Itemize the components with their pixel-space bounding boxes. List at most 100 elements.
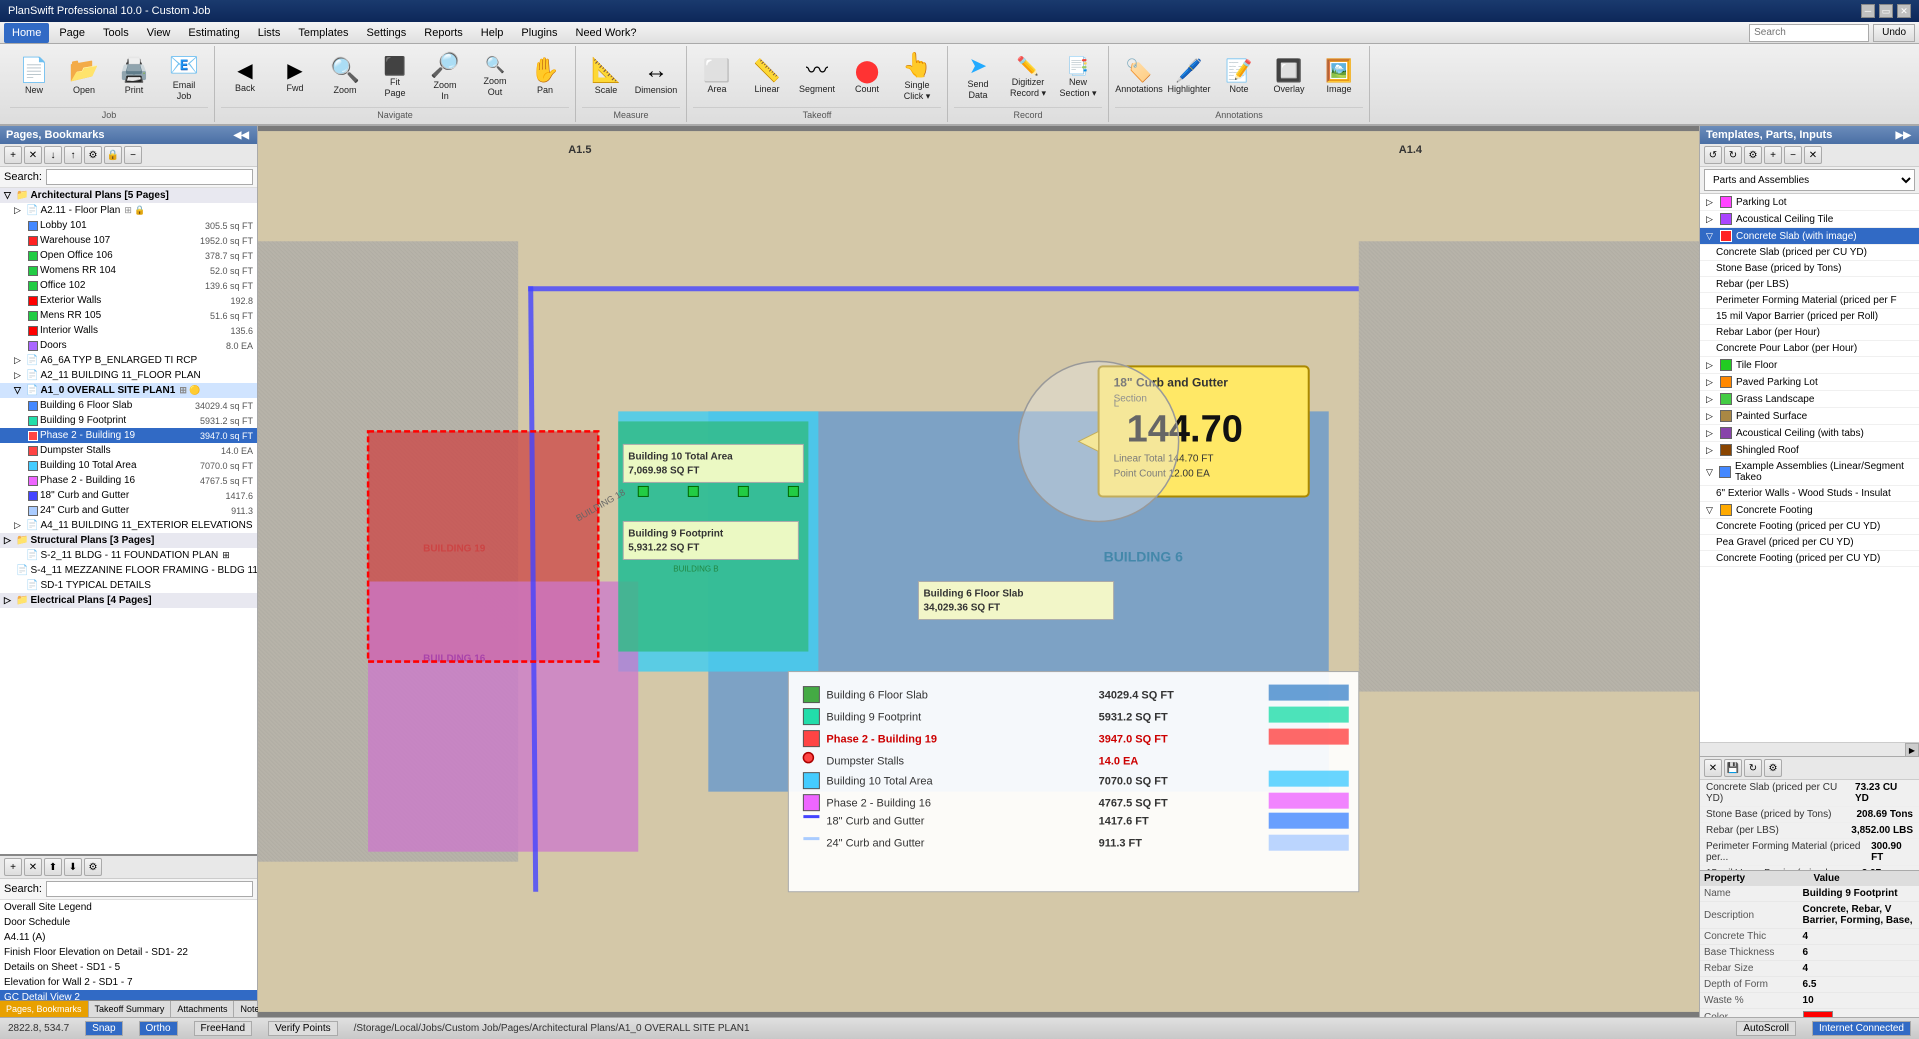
parts-concrete-slab[interactable]: ▽ Concrete Slab (with image)	[1700, 228, 1919, 245]
pages-add-btn[interactable]: +	[4, 146, 22, 164]
parts-conc-footing-cuyd[interactable]: Concrete Footing (priced per CU YD)	[1700, 519, 1919, 535]
arch-plans-group[interactable]: ▽ 📁 Architectural Plans [5 Pages]	[0, 188, 257, 203]
bookmarks-list[interactable]: Overall Site Legend Door Schedule A4.11 …	[0, 900, 257, 1000]
parts-dropdown[interactable]: Parts and Assemblies Templates Inputs	[1704, 169, 1915, 191]
tree-bldg9-foot[interactable]: Building 9 Footprint 5931.2 sq FT	[0, 413, 257, 428]
pages-search-input[interactable]	[46, 169, 253, 185]
linear-button[interactable]: 📏 Linear	[743, 50, 791, 106]
tree-phase2-bldg19[interactable]: Phase 2 - Building 19 3947.0 sq FT	[0, 428, 257, 443]
tree-phase2-bldg16[interactable]: Phase 2 - Building 16 4767.5 sq FT	[0, 473, 257, 488]
pages-minus-btn[interactable]: −	[124, 146, 142, 164]
email-button[interactable]: 📧 EmailJob	[160, 50, 208, 106]
ortho-btn[interactable]: Ortho	[139, 1021, 178, 1036]
tab-takeoff-summary[interactable]: Takeoff Summary	[89, 1001, 172, 1017]
parts-vapor-barrier[interactable]: 15 mil Vapor Barrier (priced per Roll)	[1700, 309, 1919, 325]
rp-undo-btn[interactable]: ↺	[1704, 146, 1722, 164]
restore-button[interactable]: ▭	[1879, 4, 1893, 18]
menu-view[interactable]: View	[139, 23, 179, 43]
new-section-button[interactable]: 📑 NewSection ▾	[1054, 50, 1102, 106]
struct-plans-group[interactable]: ▷ 📁 Structural Plans [3 Pages]	[0, 533, 257, 548]
search-input[interactable]	[1749, 24, 1869, 42]
menu-help[interactable]: Help	[473, 23, 512, 43]
tree-dumpster[interactable]: Dumpster Stalls 14.0 EA	[0, 443, 257, 458]
segment-button[interactable]: 〰 Segment	[793, 50, 841, 106]
pages-up-btn[interactable]: ↑	[64, 146, 82, 164]
tree-a211bldg[interactable]: ▷ 📄 A2_11 BUILDING 11_FLOOR PLAN	[0, 368, 257, 383]
verify-pts-btn[interactable]: Verify Points	[268, 1021, 338, 1036]
pages-delete-btn[interactable]: ✕	[24, 146, 42, 164]
scale-button[interactable]: 📐 Scale	[582, 50, 630, 106]
tree-a66a[interactable]: ▷ 📄 A6_6A TYP B_ENLARGED TI RCP	[0, 353, 257, 368]
elec-plans-group[interactable]: ▷ 📁 Electrical Plans [4 Pages]	[0, 593, 257, 608]
bm-delete-btn[interactable]: ✕	[24, 858, 42, 876]
open-button[interactable]: 📂 Open	[60, 50, 108, 106]
tree-womens-rr[interactable]: Womens RR 104 52.0 sq FT	[0, 263, 257, 278]
summary-values-list[interactable]: Concrete Slab (priced per CU YD) 73.23 C…	[1700, 780, 1919, 870]
parts-paved-parking[interactable]: ▷ Paved Parking Lot	[1700, 374, 1919, 391]
tab-pages-bookmarks[interactable]: Pages, Bookmarks	[0, 1001, 89, 1017]
rp-redo-btn[interactable]: ↻	[1724, 146, 1742, 164]
parts-list[interactable]: ▷ Parking Lot ▷ Acoustical Ceiling Tile …	[1700, 194, 1919, 742]
menu-home[interactable]: Home	[4, 23, 49, 43]
tree-bldg10-total[interactable]: Building 10 Total Area 7070.0 sq FT	[0, 458, 257, 473]
area-button[interactable]: ⬜ Area	[693, 50, 741, 106]
bm-details[interactable]: Details on Sheet - SD1 - 5	[0, 960, 257, 975]
fit-page-button[interactable]: ⬛ FitPage	[371, 50, 419, 106]
parts-concrete-pour[interactable]: Concrete Pour Labor (per Hour)	[1700, 341, 1919, 357]
pages-tree[interactable]: ▽ 📁 Architectural Plans [5 Pages] ▷ 📄 A2…	[0, 188, 257, 854]
parts-acoustical-ceiling[interactable]: ▷ Acoustical Ceiling Tile	[1700, 211, 1919, 228]
annotations-button[interactable]: 🏷️ Annotations	[1115, 50, 1163, 106]
bm-elevation[interactable]: Elevation for Wall 2 - SD1 - 7	[0, 975, 257, 990]
send-data-button[interactable]: ➤ SendData	[954, 50, 1002, 106]
parts-conc-footing2[interactable]: Concrete Footing (priced per CU YD)	[1700, 551, 1919, 567]
print-button[interactable]: 🖨️ Print	[110, 50, 158, 106]
image-button[interactable]: 🖼️ Image	[1315, 50, 1363, 106]
bm-finish-floor[interactable]: Finish Floor Elevation on Detail - SD1- …	[0, 945, 257, 960]
rp-settings-btn[interactable]: ⚙	[1744, 146, 1762, 164]
menu-need-work[interactable]: Need Work?	[568, 23, 645, 43]
tree-mens-rr[interactable]: Mens RR 105 51.6 sq FT	[0, 308, 257, 323]
tree-s211[interactable]: 📄 S-2_11 BLDG - 11 FOUNDATION PLAN ⊞	[0, 548, 257, 563]
tree-sd1[interactable]: 📄 SD-1 TYPICAL DETAILS	[0, 578, 257, 593]
summary-settings-btn[interactable]: ⚙	[1764, 759, 1782, 777]
note-button[interactable]: 📝 Note	[1215, 50, 1263, 106]
parts-example-assemblies[interactable]: ▽ Example Assemblies (Linear/Segment Tak…	[1700, 459, 1919, 486]
tree-a211[interactable]: ▷ 📄 A2.11 - Floor Plan ⊞ 🔒	[0, 203, 257, 218]
parts-6ext-walls[interactable]: 6" Exterior Walls - Wood Studs - Insulat	[1700, 486, 1919, 502]
menu-tools[interactable]: Tools	[95, 23, 137, 43]
bm-gc-detail[interactable]: GC Detail View 2	[0, 990, 257, 1000]
rp-add-btn[interactable]: +	[1764, 146, 1782, 164]
tree-curb18[interactable]: 18" Curb and Gutter 1417.6	[0, 488, 257, 503]
tree-warehouse[interactable]: Warehouse 107 1952.0 sq FT	[0, 233, 257, 248]
menu-templates[interactable]: Templates	[290, 23, 356, 43]
tree-office[interactable]: Office 102 139.6 sq FT	[0, 278, 257, 293]
parts-rebar-labor[interactable]: Rebar Labor (per Hour)	[1700, 325, 1919, 341]
parts-acoustical-tabs[interactable]: ▷ Acoustical Ceiling (with tabs)	[1700, 425, 1919, 442]
bm-door-schedule[interactable]: Door Schedule	[0, 915, 257, 930]
right-scroll-right-btn[interactable]: ▶	[1905, 743, 1919, 757]
pages-down-btn[interactable]: ↓	[44, 146, 62, 164]
parts-conc-slab-cu[interactable]: Concrete Slab (priced per CU YD)	[1700, 245, 1919, 261]
menu-page[interactable]: Page	[51, 23, 93, 43]
parts-pea-gravel[interactable]: Pea Gravel (priced per CU YD)	[1700, 535, 1919, 551]
digitizer-button[interactable]: ✏️ DigitizerRecord ▾	[1004, 50, 1052, 106]
tree-bldg6-floor[interactable]: Building 6 Floor Slab 34029.4 sq FT	[0, 398, 257, 413]
tree-interior-walls[interactable]: Interior Walls 135.6	[0, 323, 257, 338]
canvas-area[interactable]: BUILDING 18 BUILDING 19 BUILDING 6 BUILD…	[258, 126, 1699, 1017]
dimension-button[interactable]: ↔ Dimension	[632, 50, 680, 106]
menu-estimating[interactable]: Estimating	[180, 23, 247, 43]
summary-refresh-btn[interactable]: ↻	[1744, 759, 1762, 777]
tree-lobby[interactable]: Lobby 101 305.5 sq FT	[0, 218, 257, 233]
undo-button[interactable]: Undo	[1873, 24, 1915, 42]
menu-settings[interactable]: Settings	[359, 23, 415, 43]
new-button[interactable]: 📄 New	[10, 50, 58, 106]
bm-a411a[interactable]: A4.11 (A)	[0, 930, 257, 945]
bm-down-btn[interactable]: ⬇	[64, 858, 82, 876]
minimize-button[interactable]: ─	[1861, 4, 1875, 18]
tree-doors[interactable]: Doors 8.0 EA	[0, 338, 257, 353]
single-click-button[interactable]: 👆 SingleClick ▾	[893, 50, 941, 106]
tree-curb24[interactable]: 24" Curb and Gutter 911.3	[0, 503, 257, 518]
internet-btn[interactable]: Internet Connected	[1812, 1021, 1911, 1036]
tree-exterior-walls[interactable]: Exterior Walls 192.8	[0, 293, 257, 308]
overlay-button[interactable]: 🔲 Overlay	[1265, 50, 1313, 106]
